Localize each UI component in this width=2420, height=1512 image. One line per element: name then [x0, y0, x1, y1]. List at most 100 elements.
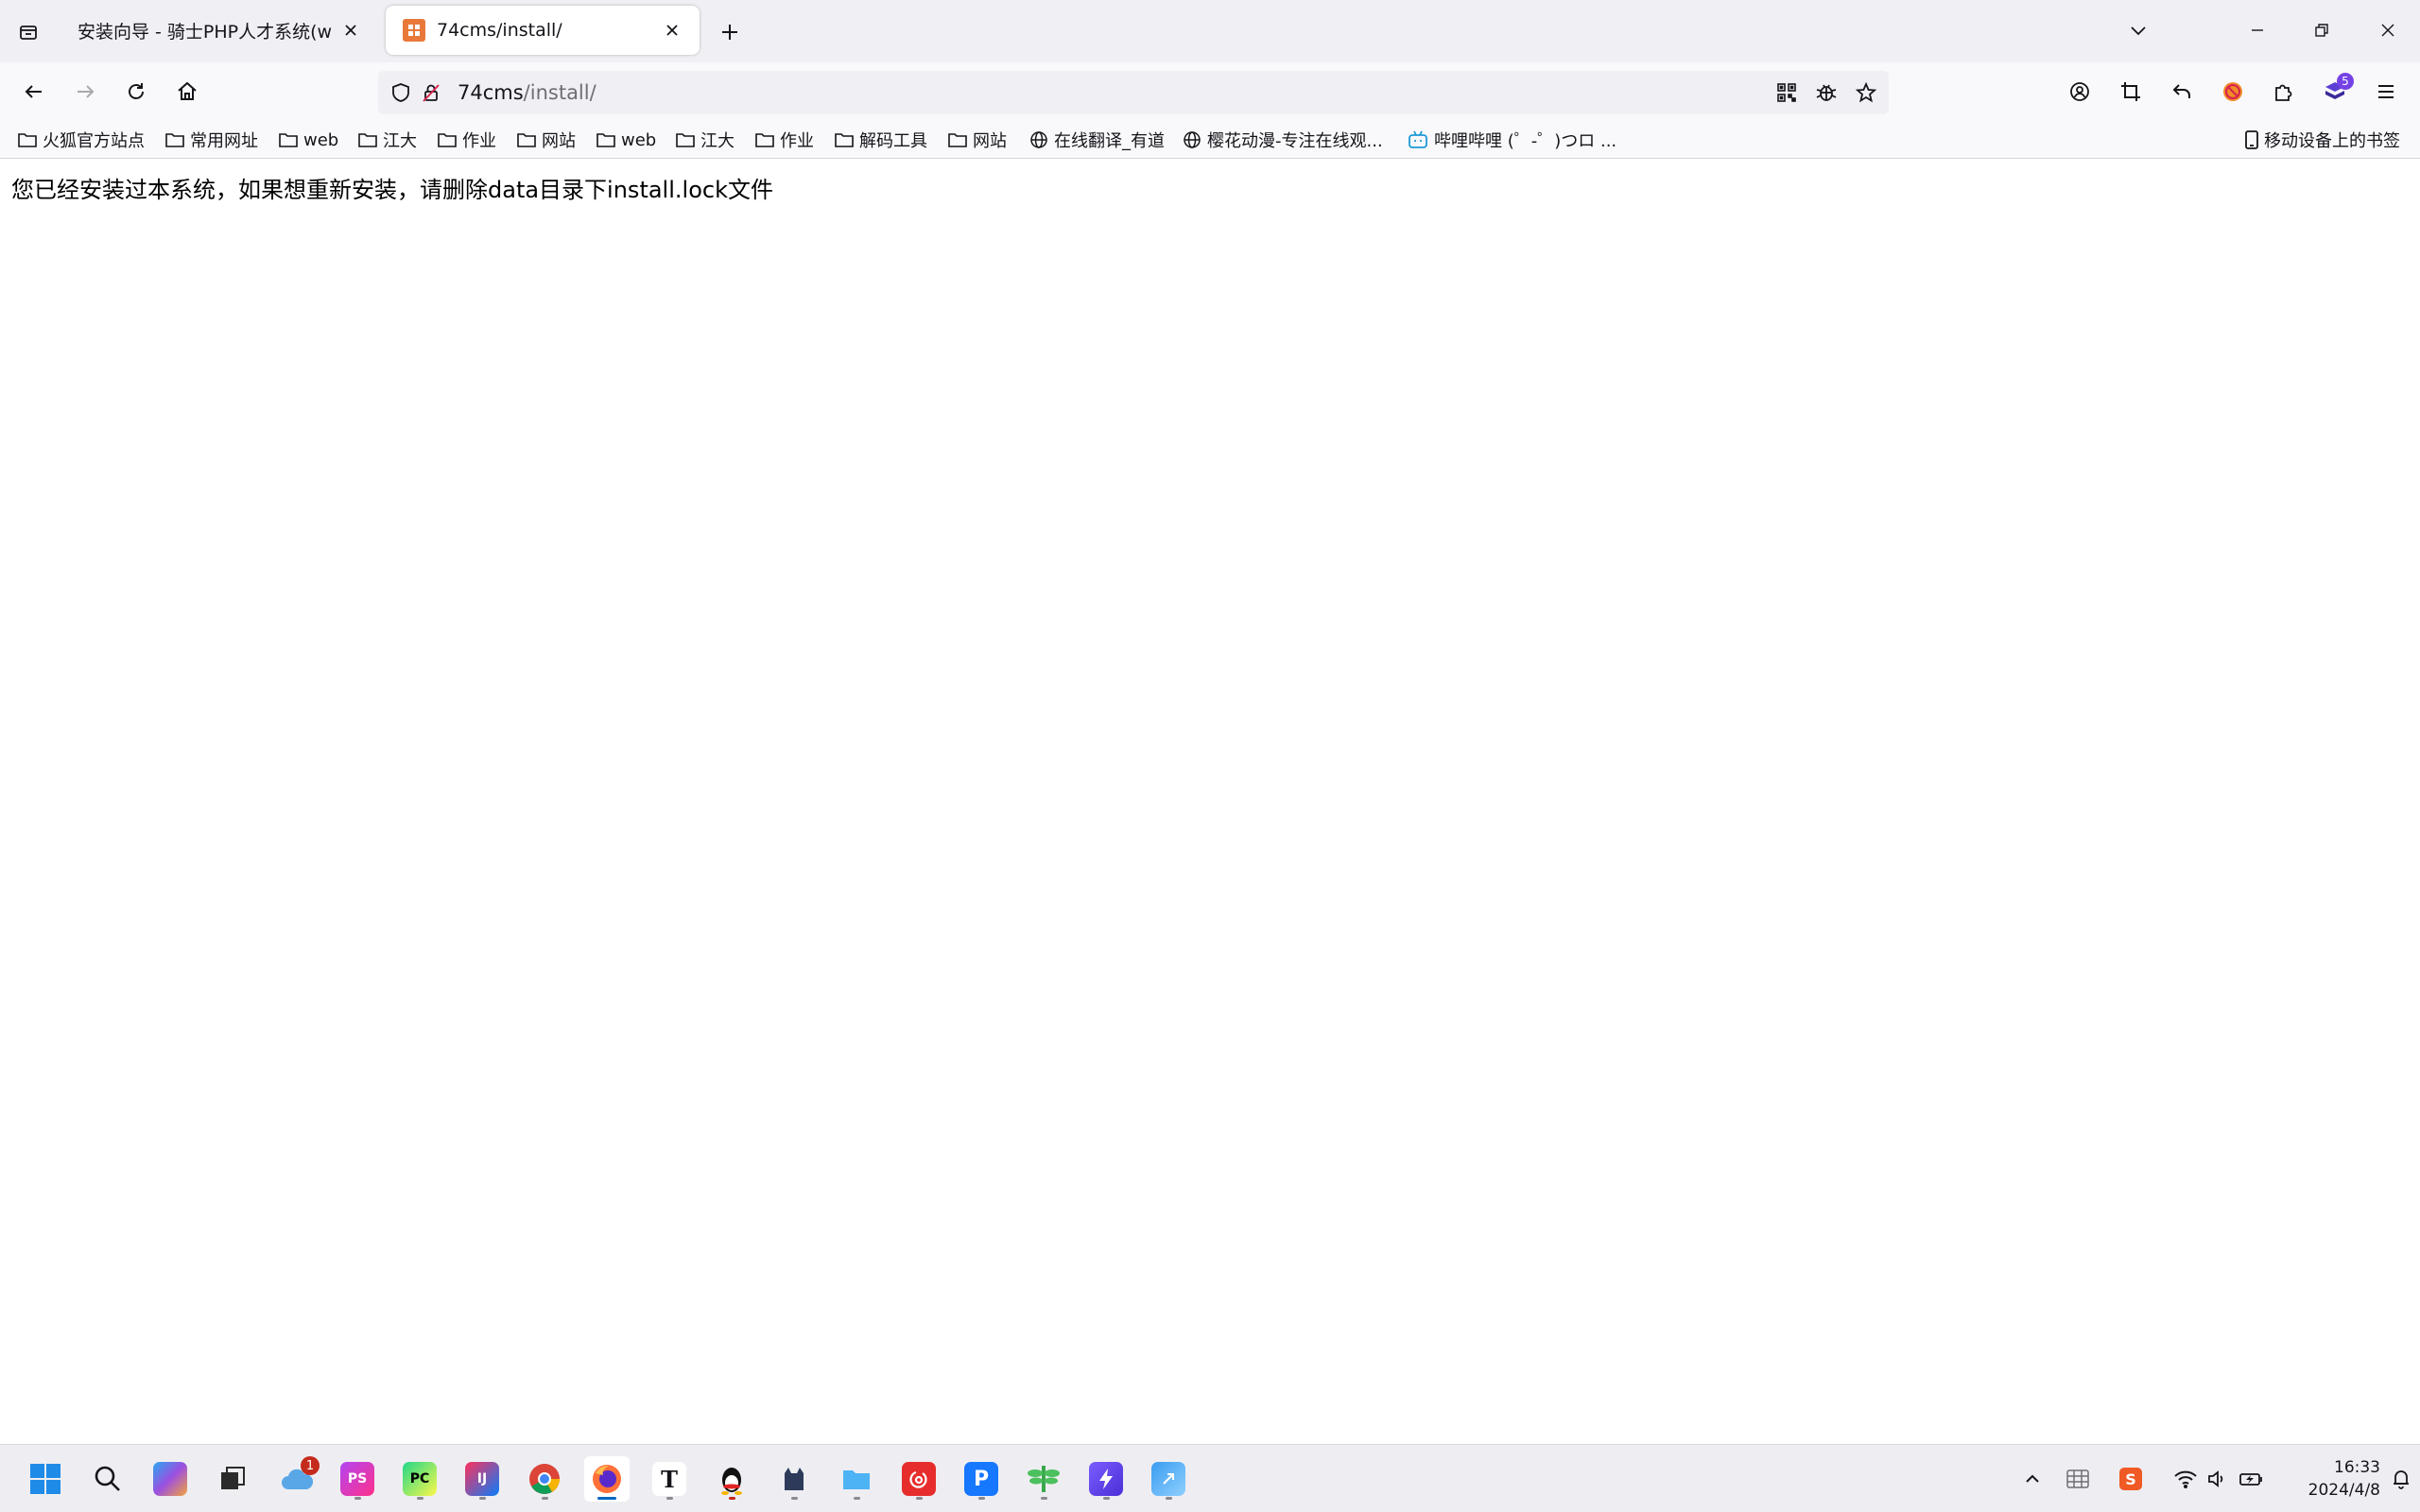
url-text[interactable]: 74cms/install/: [458, 81, 596, 104]
bookmark-youdao-translate[interactable]: 在线翻译_有道: [1028, 127, 1165, 153]
copilot-icon: [153, 1462, 187, 1496]
reload-button[interactable]: [119, 75, 153, 109]
taskbar-dragonfly-app[interactable]: [1021, 1456, 1066, 1502]
taskbar-weather[interactable]: 1: [274, 1456, 320, 1502]
restore-button[interactable]: [2303, 13, 2341, 47]
taskbar-pycharm[interactable]: PC: [397, 1456, 442, 1502]
bookmark-star-button[interactable]: [1851, 77, 1881, 108]
bookmark-folder-common[interactable]: 常用网址: [164, 127, 258, 153]
home-button[interactable]: [170, 75, 204, 109]
extension-badge-button[interactable]: 5: [2318, 73, 2354, 109]
close-window-button[interactable]: [2369, 13, 2407, 47]
mobile-bookmarks-label: 移动设备上的书签: [2264, 131, 2400, 151]
taskbar-firefox[interactable]: [584, 1456, 630, 1502]
account-icon: [2070, 82, 2089, 101]
file-manager-icon: [843, 1470, 870, 1489]
folder-icon: [835, 133, 854, 147]
bookmark-folder-web[interactable]: web: [278, 127, 338, 153]
taskbar-remote-desktop[interactable]: [1146, 1456, 1191, 1502]
folder-icon: [596, 133, 615, 147]
list-all-tabs-button[interactable]: [2119, 13, 2157, 47]
taskbar-file-explorer[interactable]: [834, 1456, 879, 1502]
bookmark-folder-firefox[interactable]: 火狐官方站点: [17, 127, 145, 153]
cat-icon: [785, 1468, 804, 1490]
task-view-icon: [221, 1467, 245, 1489]
bug-extension-button[interactable]: [1811, 77, 1841, 108]
netease-music-icon: [902, 1462, 936, 1496]
app-menu-button[interactable]: [2369, 75, 2403, 109]
extension-badge-count: 5: [2337, 73, 2354, 90]
tab-74cms-install[interactable]: 74cms/install/: [386, 6, 700, 55]
forward-button[interactable]: [68, 75, 102, 109]
bookmark-folder-sites-2[interactable]: 网站: [947, 127, 1007, 153]
blocker-extension-button[interactable]: [2216, 75, 2250, 109]
bookmark-folder-sites[interactable]: 网站: [516, 127, 576, 153]
taskbar-task-view[interactable]: [210, 1456, 255, 1502]
screenshot-crop-button[interactable]: [2114, 75, 2148, 109]
address-bar[interactable]: 74cms/install/: [378, 71, 1889, 114]
search-button[interactable]: [85, 1456, 130, 1502]
qr-code-button[interactable]: [1772, 77, 1802, 108]
tray-volume[interactable]: [2203, 1462, 2233, 1496]
folder-icon: [755, 133, 774, 147]
bookmark-folder-jiangda[interactable]: 江大: [357, 127, 417, 153]
tab-strip: 安装向导 - 骑士PHP人才系统(www.74cms.com) 74cms/in…: [0, 0, 2420, 62]
minimize-button[interactable]: [2238, 13, 2276, 47]
tab-close-button[interactable]: [340, 20, 361, 41]
bookmark-label: 哔哩哔哩 (゜-゜)つロ ...: [1434, 131, 1617, 151]
bookmark-folder-homework-2[interactable]: 作业: [754, 127, 814, 153]
system-clock[interactable]: 16:33 2024/4/8: [2276, 1456, 2380, 1502]
bookmarks-toolbar: 火狐官方站点 常用网址 web 江大 作业 网站 web 江大 作业 解码工具 …: [0, 121, 2420, 159]
bookmark-folder-homework[interactable]: 作业: [437, 127, 496, 153]
extensions-button[interactable]: [2267, 75, 2301, 109]
star-icon: [1855, 81, 1877, 103]
tray-sogou-ime[interactable]: S: [2116, 1462, 2146, 1496]
folder-icon: [438, 133, 457, 147]
clock-time: 16:33: [2334, 1458, 2380, 1477]
account-button[interactable]: [2063, 75, 2097, 109]
tab-list-button[interactable]: [13, 17, 43, 47]
taskbar-intellij[interactable]: IJ: [459, 1456, 505, 1502]
taskbar-p-app[interactable]: P: [959, 1456, 1004, 1502]
minimize-icon: [2252, 29, 2263, 31]
tray-battery[interactable]: [2237, 1462, 2267, 1496]
insecure-lock-icon[interactable]: [416, 77, 446, 108]
pycharm-icon: PC: [403, 1462, 437, 1496]
bookmark-folder-jiangda-2[interactable]: 江大: [675, 127, 735, 153]
bookmark-bilibili[interactable]: 哔哩哔哩 (゜-゜)つロ ...: [1407, 127, 1616, 153]
navigation-toolbar: 74cms/install/ 5: [0, 62, 2420, 121]
arrow-right-icon: [78, 85, 95, 98]
start-button[interactable]: [23, 1456, 68, 1502]
sogou-s-icon: S: [2119, 1468, 2142, 1490]
hamburger-menu-icon: [2378, 85, 2394, 98]
close-icon: [2381, 24, 2394, 37]
show-hidden-icons-button[interactable]: [2017, 1462, 2048, 1496]
tab-install-wizard[interactable]: 安装向导 - 骑士PHP人才系统(www.74cms.com): [60, 6, 378, 55]
bookmark-label: 网站: [973, 131, 1007, 151]
notification-center-button[interactable]: [2386, 1462, 2416, 1496]
taskbar-cat-app[interactable]: [771, 1456, 817, 1502]
tracking-protection-shield-icon[interactable]: [386, 77, 416, 108]
back-button[interactable]: [17, 75, 51, 109]
taskbar-bolt-app[interactable]: [1083, 1456, 1129, 1502]
taskbar-qq[interactable]: [709, 1456, 754, 1502]
taskbar-phpstorm[interactable]: PS: [335, 1456, 380, 1502]
bookmark-sakura-anime[interactable]: 樱花动漫-专注在线观...: [1182, 127, 1383, 153]
taskbar-typora[interactable]: T: [647, 1456, 692, 1502]
new-tab-button[interactable]: [715, 17, 745, 47]
taskbar-netease-music[interactable]: [896, 1456, 942, 1502]
taskbar-chrome[interactable]: [522, 1456, 567, 1502]
folder-icon: [279, 133, 298, 147]
typora-icon: T: [652, 1462, 686, 1496]
chrome-icon: [529, 1464, 560, 1494]
tray-wifi[interactable]: [2170, 1462, 2201, 1496]
folder-icon: [517, 133, 536, 147]
bookmark-folder-decode-tools[interactable]: 解码工具: [834, 127, 927, 153]
undo-close-tab-button[interactable]: [2165, 75, 2199, 109]
tray-input-method[interactable]: [2063, 1462, 2093, 1496]
bookmark-folder-web-2[interactable]: web: [596, 127, 656, 153]
mobile-bookmarks-folder[interactable]: 移动设备上的书签: [2244, 127, 2400, 153]
tab-close-button[interactable]: [662, 20, 683, 41]
taskbar-copilot[interactable]: [147, 1456, 193, 1502]
tab-list-icon: [20, 26, 37, 40]
